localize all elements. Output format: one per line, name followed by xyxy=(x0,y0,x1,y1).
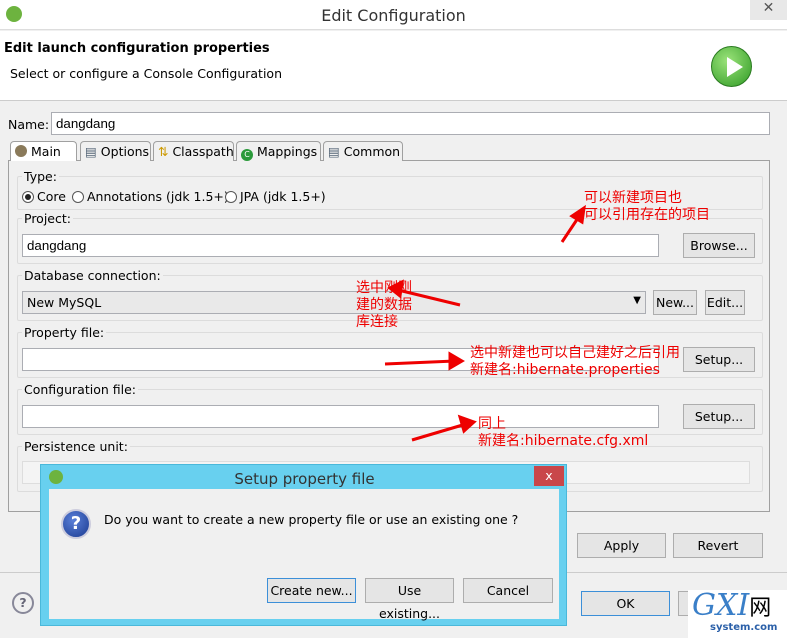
watermark-logo: GXI网 system.com xyxy=(688,590,787,638)
create-new-button[interactable]: Create new... xyxy=(267,578,356,603)
arrow-head xyxy=(387,279,404,299)
dialog-title: Setup property file xyxy=(234,470,375,488)
dialog-message: Do you want to create a new property fil… xyxy=(104,512,519,527)
dialog-cancel-button[interactable]: Cancel xyxy=(463,578,553,603)
question-icon: ? xyxy=(61,509,91,539)
dialog-body: ? Do you want to create a new property f… xyxy=(49,489,559,621)
arrow-head xyxy=(448,351,465,371)
arrow-head xyxy=(457,414,477,434)
arrow-head xyxy=(569,204,586,225)
use-existing-button[interactable]: Use existing... xyxy=(365,578,454,621)
arrow xyxy=(397,288,461,307)
setup-property-dialog: Setup property file x ? Do you want to c… xyxy=(40,464,567,626)
dialog-close-button[interactable]: x xyxy=(534,466,564,486)
arrow xyxy=(411,422,467,442)
arrow xyxy=(384,359,456,366)
